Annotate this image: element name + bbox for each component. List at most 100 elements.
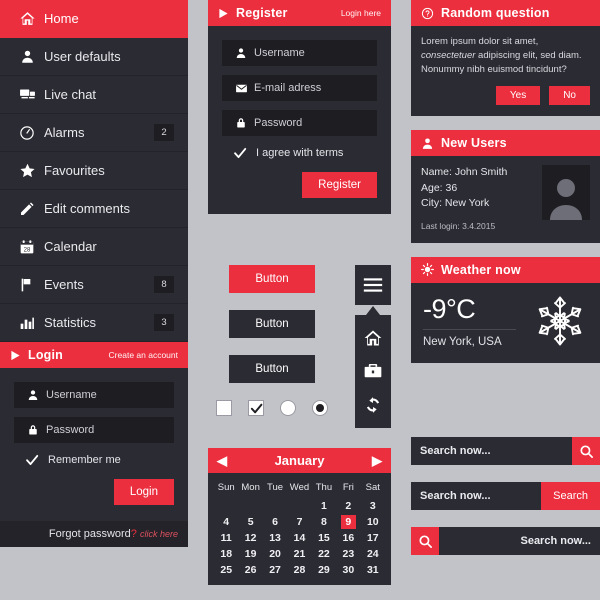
home-icon[interactable] bbox=[363, 328, 383, 348]
register-email-field[interactable]: E-mail adress bbox=[222, 75, 377, 101]
sidebar-item-edit-comments[interactable]: Edit comments bbox=[0, 190, 188, 228]
hamburger-button[interactable] bbox=[355, 265, 391, 305]
login-title: Login bbox=[28, 348, 64, 362]
login-button[interactable]: Login bbox=[113, 479, 174, 505]
bars-icon bbox=[14, 315, 40, 331]
calendar-day[interactable]: 21 bbox=[287, 545, 311, 561]
forgot-password-link[interactable]: click here bbox=[140, 529, 178, 539]
create-account-link[interactable]: Create an account bbox=[109, 350, 178, 360]
tertiary-button[interactable]: Button bbox=[229, 355, 315, 383]
calendar-day[interactable]: 2 bbox=[336, 497, 360, 513]
calendar-day[interactable]: 3 bbox=[361, 497, 385, 513]
calendar-month-label: January bbox=[274, 453, 325, 468]
calendar-day-today[interactable]: 9 bbox=[336, 513, 360, 529]
chat-icon bbox=[14, 86, 40, 103]
weather-title: Weather now bbox=[441, 262, 521, 277]
calendar-day[interactable]: 5 bbox=[238, 513, 262, 529]
calendar-day[interactable]: 28 bbox=[287, 561, 311, 577]
calendar-dow-label: Mon bbox=[241, 482, 260, 493]
calendar-day[interactable]: 25 bbox=[214, 561, 238, 577]
new-users-body: Name: John Smith Age: 36 City: New York … bbox=[411, 156, 600, 243]
calendar-day[interactable]: 18 bbox=[214, 545, 238, 561]
calendar-day-number: 4 bbox=[223, 516, 230, 528]
search-button[interactable]: Search bbox=[541, 482, 600, 510]
no-button[interactable]: No bbox=[549, 86, 590, 106]
weather-header: Weather now bbox=[411, 256, 600, 283]
calendar-day[interactable]: 17 bbox=[361, 529, 385, 545]
checkbox-checked[interactable] bbox=[248, 400, 264, 416]
calendar-day[interactable]: 8 bbox=[312, 513, 336, 529]
search-bar-icon-right: Search now... bbox=[411, 437, 600, 465]
calendar-dow-row: Sun Mon Tue Wed Thu Fri Sat bbox=[214, 479, 385, 497]
search-button[interactable] bbox=[572, 437, 600, 465]
calendar-day[interactable]: 23 bbox=[336, 545, 360, 561]
question-text-emphasis: consectetuer bbox=[421, 49, 476, 61]
calendar-day[interactable]: 22 bbox=[312, 545, 336, 561]
calendar-day[interactable]: 4 bbox=[214, 513, 238, 529]
calendar-day[interactable]: 16 bbox=[336, 529, 360, 545]
calendar-day-number: 16 bbox=[342, 532, 355, 544]
random-question-card: Random question Lorem ipsum dolor sit am… bbox=[411, 0, 600, 117]
sidebar-item-statistics[interactable]: Statistics 3 bbox=[0, 304, 188, 342]
calendar-prev-button[interactable]: ◀ bbox=[217, 453, 227, 469]
login-here-link[interactable]: Login here bbox=[341, 8, 381, 18]
calendar-day[interactable]: 24 bbox=[361, 545, 385, 561]
calendar-day[interactable]: 13 bbox=[263, 529, 287, 545]
calendar-day[interactable]: 11 bbox=[214, 529, 238, 545]
sidebar-item-events[interactable]: Events 8 bbox=[0, 266, 188, 304]
calendar-day[interactable]: 29 bbox=[312, 561, 336, 577]
calendar-day-number: 8 bbox=[321, 516, 327, 528]
calendar-day[interactable]: 14 bbox=[287, 529, 311, 545]
login-username-field[interactable]: Username bbox=[14, 382, 174, 408]
yes-button[interactable]: Yes bbox=[495, 86, 541, 106]
sidebar-item-home[interactable]: Home bbox=[0, 0, 188, 38]
sidebar-item-user-defaults[interactable]: User defaults bbox=[0, 38, 188, 76]
calendar-dow-label: Sat bbox=[365, 482, 380, 493]
primary-button[interactable]: Button bbox=[229, 265, 315, 293]
sidebar-item-favourites[interactable]: Favourites bbox=[0, 152, 188, 190]
sidebar-item-alarms[interactable]: Alarms 2 bbox=[0, 114, 188, 152]
search-input[interactable]: Search now... bbox=[439, 527, 600, 555]
refresh-icon[interactable] bbox=[363, 395, 383, 415]
search-button[interactable] bbox=[411, 527, 439, 555]
user-icon bbox=[421, 137, 434, 150]
calendar-day-number: 6 bbox=[272, 516, 278, 528]
calendar-day[interactable]: 7 bbox=[287, 513, 311, 529]
calendar-day-number: 27 bbox=[269, 564, 281, 576]
random-question-body: Lorem ipsum dolor sit amet, consectetuer… bbox=[411, 26, 600, 116]
calendar-day[interactable]: 15 bbox=[312, 529, 336, 545]
search-input[interactable]: Search now... bbox=[411, 437, 572, 465]
calendar-day[interactable]: 1 bbox=[312, 497, 336, 513]
register-title: Register bbox=[236, 6, 288, 20]
sidebar-item-label: Events bbox=[44, 277, 84, 292]
radio-unselected[interactable] bbox=[280, 400, 296, 416]
login-password-field[interactable]: Password bbox=[14, 417, 174, 443]
calendar-day-number: 28 bbox=[293, 564, 306, 576]
calendar-dow-label: Wed bbox=[289, 482, 310, 493]
calendar-day-number: 9 bbox=[340, 515, 356, 529]
calendar-day[interactable]: 27 bbox=[263, 561, 287, 577]
checkbox-unchecked[interactable] bbox=[216, 400, 232, 416]
calendar-next-button[interactable]: ▶ bbox=[372, 453, 382, 469]
calendar-day[interactable]: 31 bbox=[361, 561, 385, 577]
calendar-day[interactable]: 12 bbox=[238, 529, 262, 545]
calendar-day[interactable]: 30 bbox=[336, 561, 360, 577]
calendar-day[interactable]: 19 bbox=[238, 545, 262, 561]
calendar-day[interactable]: 20 bbox=[263, 545, 287, 561]
calendar-day[interactable]: 10 bbox=[361, 513, 385, 529]
register-password-field[interactable]: Password bbox=[222, 110, 377, 136]
search-input[interactable]: Search now... bbox=[411, 482, 542, 510]
secondary-button[interactable]: Button bbox=[229, 310, 315, 338]
remember-me-checkbox[interactable]: Remember me bbox=[16, 453, 174, 467]
briefcase-icon[interactable] bbox=[363, 361, 383, 381]
agree-terms-checkbox[interactable]: I agree with terms bbox=[224, 146, 377, 160]
sidebar-item-calendar[interactable]: 28 Calendar bbox=[0, 228, 188, 266]
register-username-field[interactable]: Username bbox=[222, 40, 377, 66]
checkmark-icon bbox=[231, 146, 249, 160]
calendar-day[interactable]: 6 bbox=[263, 513, 287, 529]
radio-selected[interactable] bbox=[312, 400, 328, 416]
sidebar-item-label: Live chat bbox=[44, 87, 97, 102]
calendar-day[interactable]: 26 bbox=[238, 561, 262, 577]
sidebar-item-live-chat[interactable]: Live chat bbox=[0, 76, 188, 114]
register-button[interactable]: Register bbox=[302, 172, 377, 198]
